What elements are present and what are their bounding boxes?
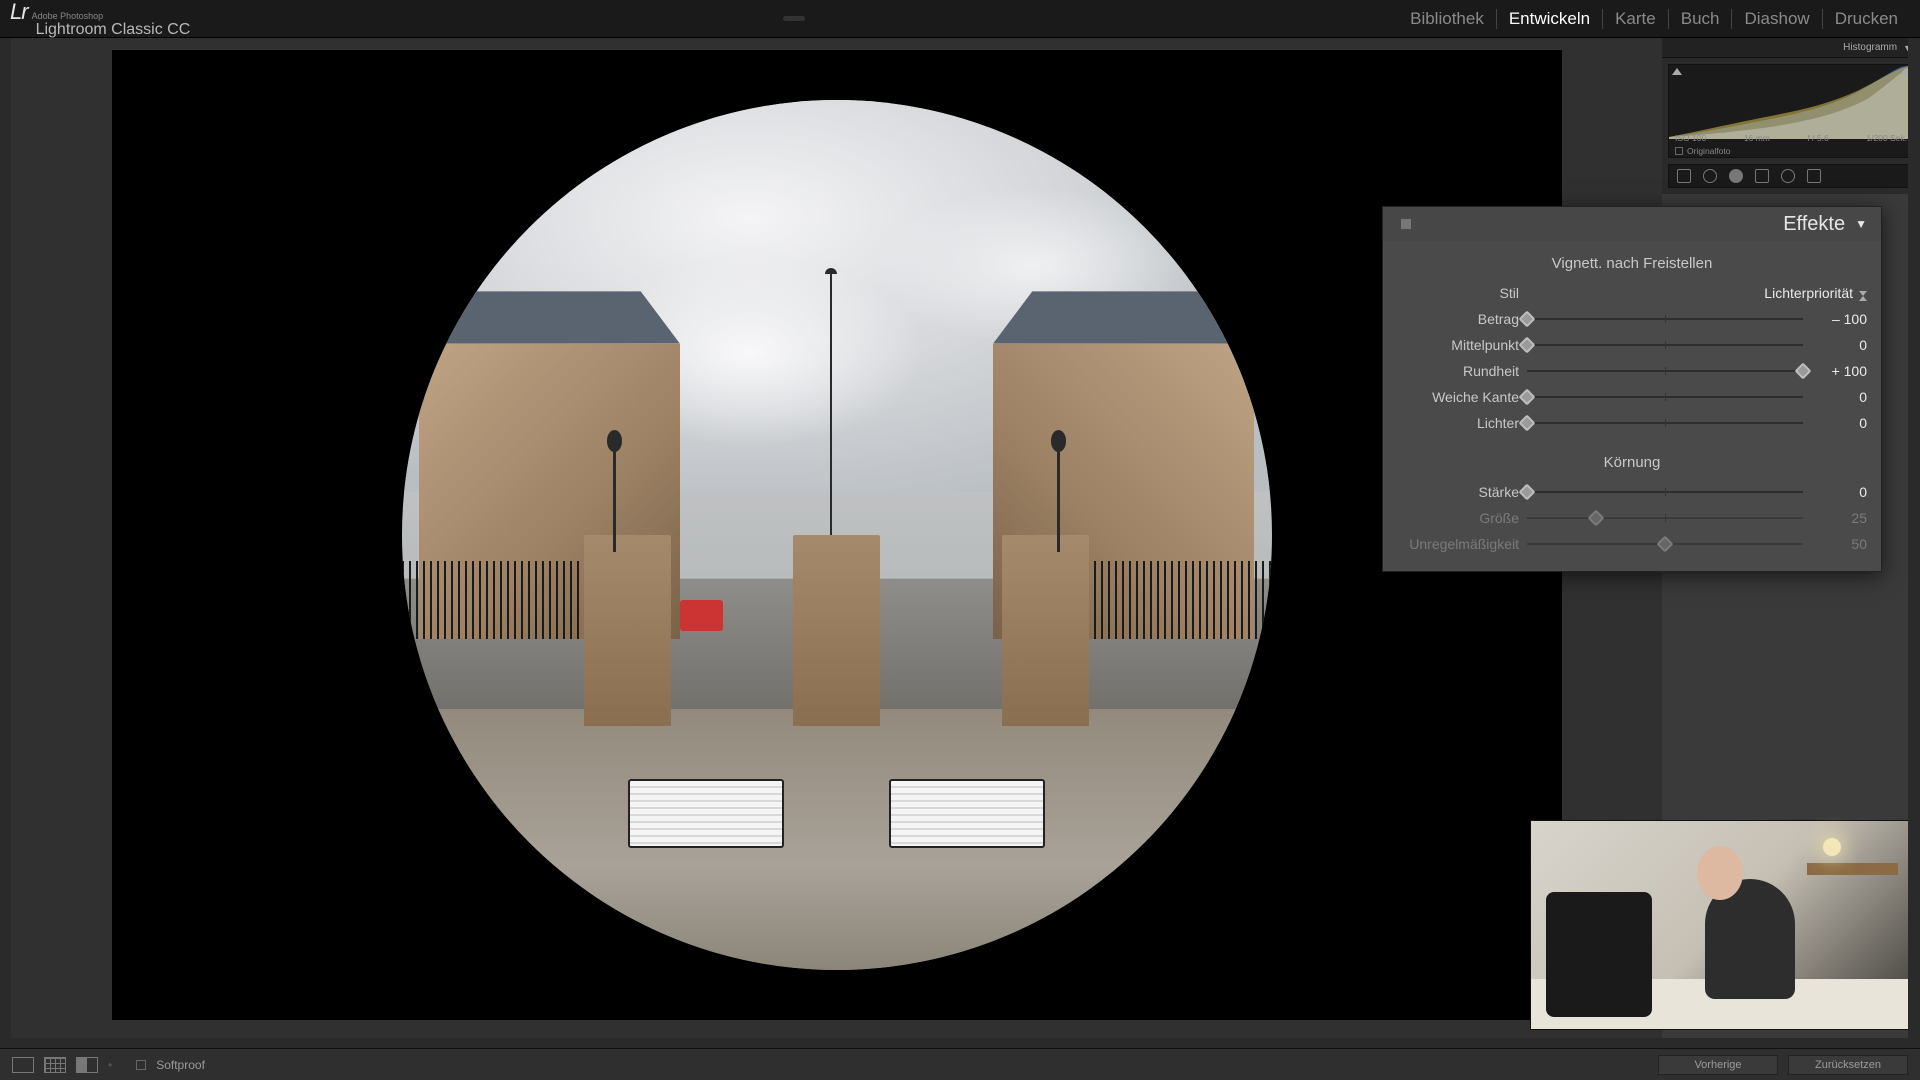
view-separator: • [108, 1058, 112, 1072]
bottom-toolbar: • Softproof Vorherige Zurücksetzen [0, 1048, 1920, 1080]
style-label: Stil [1397, 285, 1519, 301]
grain-value-0[interactable]: 0 [1811, 484, 1867, 500]
grain-slider-0[interactable] [1527, 485, 1803, 499]
logo-mark: Lr [10, 0, 28, 25]
vignette-label-0: Betrag [1397, 311, 1519, 327]
webcam-overlay [1530, 820, 1910, 1030]
grad-tool-icon[interactable] [1755, 169, 1769, 183]
vignette-row-2: Rundheit + 100 [1397, 358, 1867, 384]
checkbox-icon [1675, 147, 1683, 155]
style-dropdown[interactable]: Lichterpriorität [1527, 285, 1867, 301]
collapse-icon: ▼ [1855, 217, 1867, 231]
vendor-label: Adobe Photoshop [32, 12, 191, 21]
grain-row-2: Unregelmäßigkeit 50 [1397, 531, 1867, 557]
vignette-slider-0[interactable] [1527, 312, 1803, 326]
grain-slider-2 [1527, 537, 1803, 551]
spot-tool-icon[interactable] [1703, 169, 1717, 183]
meta-aperture: f / 5.6 [1807, 133, 1828, 143]
grain-row-1: Größe 25 [1397, 505, 1867, 531]
histogram-metadata: ISO 100 16 mm f / 5.6 1/200 Sek. [1669, 133, 1913, 143]
left-panel-rail[interactable] [0, 38, 11, 1038]
vignette-slider-3[interactable] [1527, 390, 1803, 404]
top-bar: Lr Adobe Photoshop Lightroom Classic CC … [0, 0, 1920, 38]
app-logo: Lr Adobe Photoshop Lightroom Classic CC [10, 0, 190, 39]
histogram-plot [1669, 65, 1913, 139]
meta-focal: 16 mm [1744, 133, 1770, 143]
vignette-row-3: Weiche Kante 0 [1397, 384, 1867, 410]
crop-tool-icon[interactable] [1677, 169, 1691, 183]
previous-button[interactable]: Vorherige [1658, 1055, 1778, 1075]
module-tab-buch[interactable]: Buch [1669, 9, 1733, 29]
vignette-value-1[interactable]: 0 [1811, 337, 1867, 353]
softproof-label: Softproof [156, 1058, 205, 1072]
vignette-label-3: Weiche Kante [1397, 389, 1519, 405]
vignette-row-1: Mittelpunkt 0 [1397, 332, 1867, 358]
app-name: Lightroom Classic CC [36, 21, 191, 39]
grain-label-2: Unregelmäßigkeit [1397, 536, 1519, 552]
grain-label-0: Stärke [1397, 484, 1519, 500]
grain-value-1[interactable]: 25 [1811, 510, 1867, 526]
vignette-value-0[interactable]: – 100 [1811, 311, 1867, 327]
histogram-header[interactable]: Histogramm ▼ [1662, 38, 1920, 58]
local-tools-strip [1668, 164, 1914, 188]
window-grip[interactable] [190, 16, 1398, 21]
effects-panel-header[interactable]: Effekte ▼ [1383, 207, 1881, 241]
vignette-style-row: Stil Lichterpriorität [1397, 280, 1867, 306]
grain-slider-1 [1527, 511, 1803, 525]
grain-heading: Körnung [1397, 454, 1867, 471]
photo-canvas[interactable] [112, 50, 1562, 1020]
vignette-heading: Vignett. nach Freistellen [1397, 255, 1867, 272]
grain-row-0: Stärke 0 [1397, 479, 1867, 505]
vignette-value-3[interactable]: 0 [1811, 389, 1867, 405]
effects-panel: Effekte ▼ Vignett. nach Freistellen Stil… [1382, 206, 1882, 572]
grain-label-1: Größe [1397, 510, 1519, 526]
module-tab-drucken[interactable]: Drucken [1823, 9, 1910, 29]
photo-preview [402, 100, 1272, 970]
loupe-view-icon[interactable] [12, 1057, 34, 1073]
softproof-checkbox[interactable] [136, 1060, 146, 1070]
grid-view-icon[interactable] [44, 1057, 66, 1073]
original-toggle[interactable]: Originalfoto [1675, 146, 1730, 156]
redeye-tool-icon[interactable] [1729, 169, 1743, 183]
vignette-label-2: Rundheit [1397, 363, 1519, 379]
histogram[interactable]: ISO 100 16 mm f / 5.6 1/200 Sek. Origina… [1668, 64, 1914, 158]
vignette-value-4[interactable]: 0 [1811, 415, 1867, 431]
reset-button[interactable]: Zurücksetzen [1788, 1055, 1908, 1075]
effects-panel-title: Effekte [1783, 213, 1845, 236]
vignette-label-4: Lichter [1397, 415, 1519, 431]
compare-view-icon[interactable] [76, 1057, 98, 1073]
module-switcher: BibliothekEntwickelnKarteBuchDiashowDruc… [1398, 9, 1910, 29]
meta-shutter: 1/200 Sek. [1866, 133, 1907, 143]
module-tab-bibliothek[interactable]: Bibliothek [1398, 9, 1497, 29]
radial-tool-icon[interactable] [1781, 169, 1795, 183]
right-panel-rail[interactable] [1908, 38, 1920, 1048]
vignette-value-2[interactable]: + 100 [1811, 363, 1867, 379]
vignette-row-4: Lichter 0 [1397, 410, 1867, 436]
vignette-slider-4[interactable] [1527, 416, 1803, 430]
vignette-slider-1[interactable] [1527, 338, 1803, 352]
module-tab-entwickeln[interactable]: Entwickeln [1497, 9, 1603, 29]
module-tab-karte[interactable]: Karte [1603, 9, 1669, 29]
shadow-clip-icon[interactable] [1672, 68, 1682, 75]
panel-switch-icon[interactable] [1401, 219, 1411, 229]
vignette-row-0: Betrag – 100 [1397, 306, 1867, 332]
grain-value-2[interactable]: 50 [1811, 536, 1867, 552]
vignette-slider-2[interactable] [1527, 364, 1803, 378]
vignette-label-1: Mittelpunkt [1397, 337, 1519, 353]
brush-tool-icon[interactable] [1807, 169, 1821, 183]
meta-iso: ISO 100 [1675, 133, 1706, 143]
module-tab-diashow[interactable]: Diashow [1732, 9, 1822, 29]
histogram-title: Histogramm [1843, 42, 1897, 53]
